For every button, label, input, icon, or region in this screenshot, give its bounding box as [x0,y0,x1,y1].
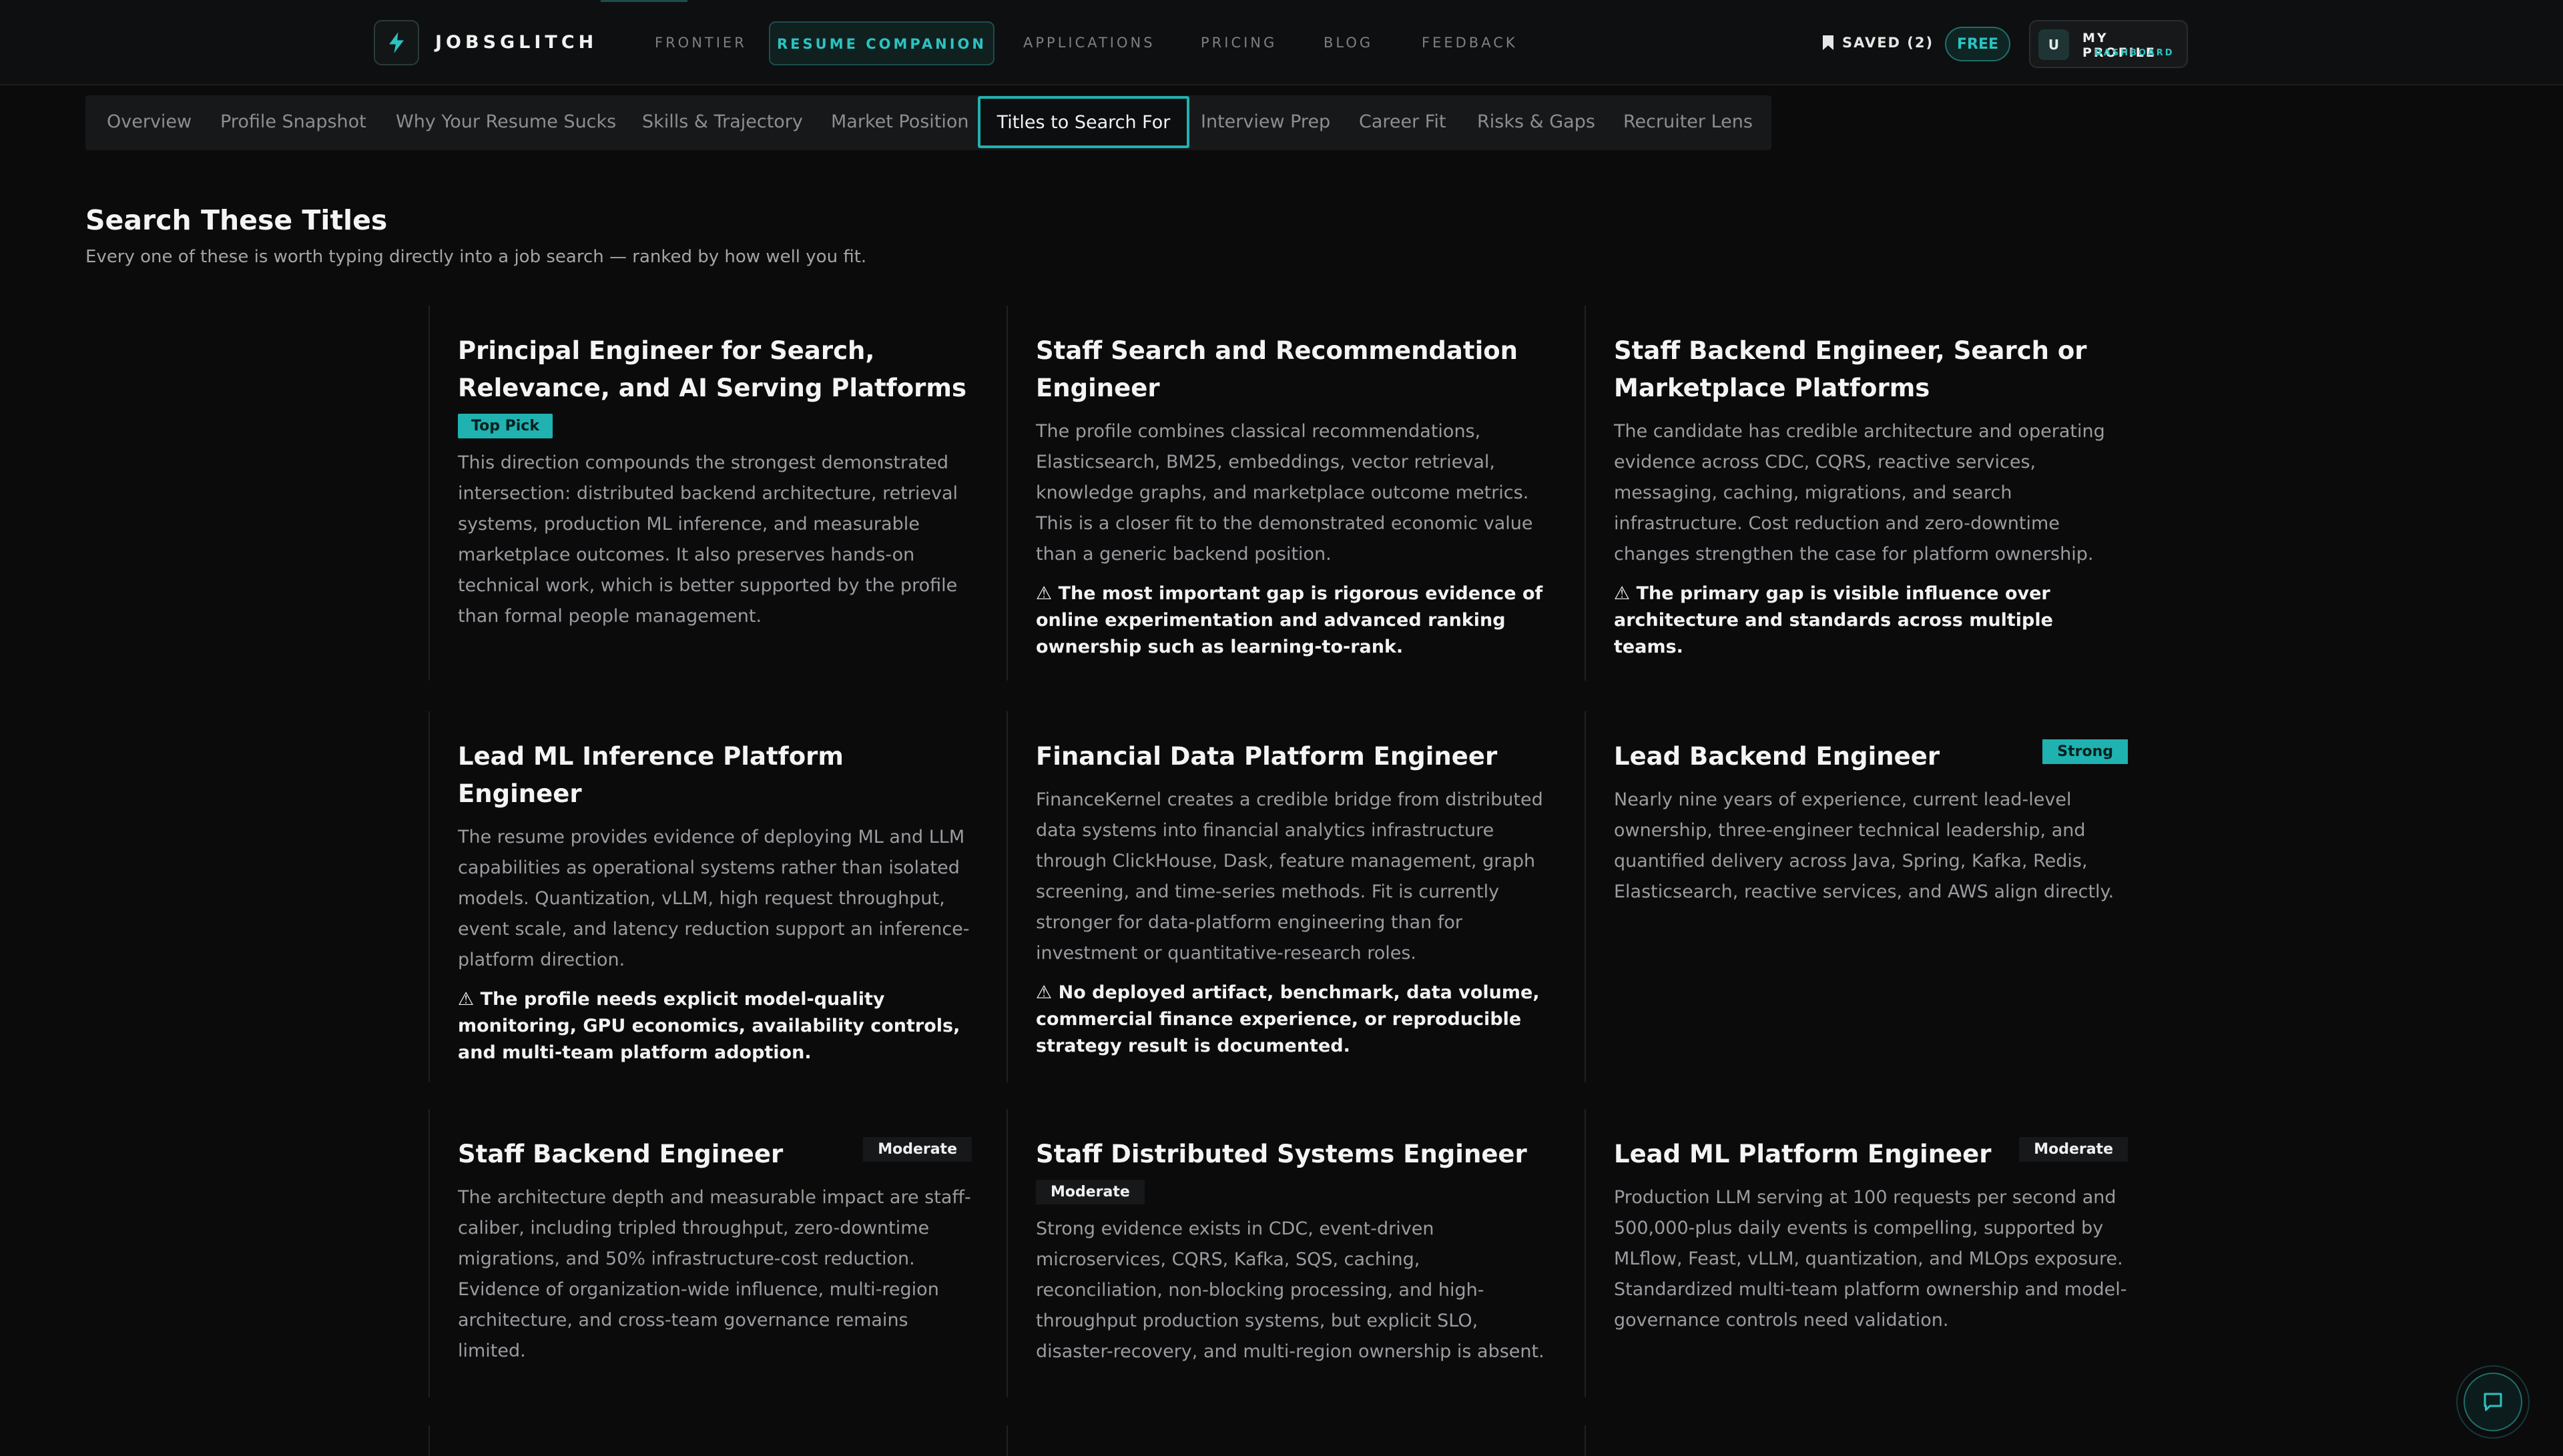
top-navigation: JOBSGLITCH FRONTIER RESUME COMPANION APP… [0,0,2563,85]
fit-badge-moderate: Moderate [1036,1180,1145,1204]
title-card[interactable] [1007,1425,1585,1456]
saved-label: SAVED (2) [1842,35,1934,51]
bookmark-icon [1823,35,1833,50]
tab-recruiter-lens[interactable]: Recruiter Lens [1623,111,1753,132]
title-card[interactable]: Staff Search and Recommendation Engineer… [1007,306,1585,681]
chat-button[interactable] [2456,1365,2530,1439]
fit-badge-moderate: Moderate [2019,1137,2128,1162]
card-title: Staff Distributed Systems Engineer [1036,1140,1527,1168]
card-title: Staff Search and Recommendation Engineer [1036,336,1518,402]
profile-button[interactable]: U MY PROFILE DASHBOARD [2029,20,2188,68]
tab-skills-trajectory[interactable]: Skills & Trajectory [642,111,803,132]
title-card[interactable]: Lead ML Inference Platform Engineer The … [429,711,1007,1082]
card-title: Financial Data Platform Engineer [1036,742,1498,771]
card-description: This direction compounds the strongest d… [458,452,958,627]
card-title: Principal Engineer for Search, Relevance… [458,336,967,402]
card-description: Strong evidence exists in CDC, event-dri… [1036,1218,1544,1362]
nav-item-blog[interactable]: BLOG [1324,35,1373,51]
plan-badge[interactable]: FREE [1945,27,2010,61]
nav-item-applications[interactable]: APPLICATIONS [1023,35,1155,51]
card-description: The candidate has credible architecture … [1614,421,2105,565]
title-card[interactable]: Staff Backend Engineer Moderate The arch… [429,1109,1007,1397]
profile-subtitle: DASHBOARD [2094,48,2175,58]
chat-icon [2484,1393,2502,1411]
card-description: The architecture depth and measurable im… [458,1187,971,1361]
logo-mark[interactable] [374,20,419,65]
avatar: U [2038,29,2069,60]
fit-badge-strong: Strong [2042,739,2128,764]
card-gap-warning: ⚠ The primary gap is visible influence o… [1614,583,2053,657]
title-card[interactable]: Staff Backend Engineer, Search or Market… [1585,306,2163,681]
page-title: Search These Titles [85,204,388,236]
title-card[interactable] [429,1425,1007,1456]
title-card[interactable] [1585,1425,2163,1456]
top-pick-badge: Top Pick [458,414,553,438]
nav-item-resume-companion[interactable]: RESUME COMPANION [769,21,994,65]
card-title: Lead ML Inference Platform Engineer [458,742,844,808]
card-description: FinanceKernel creates a credible bridge … [1036,789,1543,964]
tab-interview-prep[interactable]: Interview Prep [1201,111,1330,132]
card-description: The resume provides evidence of deployin… [458,827,970,970]
nav-item-feedback[interactable]: FEEDBACK [1422,35,1518,51]
title-card[interactable]: Staff Distributed Systems Engineer Moder… [1007,1109,1585,1397]
card-description: Production LLM serving at 100 requests p… [1614,1187,2127,1331]
tab-profile-snapshot[interactable]: Profile Snapshot [220,111,366,132]
tab-label: Titles to Search For [996,112,1171,133]
bolt-icon [389,32,404,53]
title-card[interactable]: Financial Data Platform Engineer Finance… [1007,711,1585,1082]
tab-career-fit[interactable]: Career Fit [1359,111,1446,132]
brand-name[interactable]: JOBSGLITCH [435,32,597,53]
card-gap-warning: ⚠ The profile needs explicit model-quali… [458,989,960,1063]
nav-item-label: RESUME COMPANION [777,36,986,52]
card-title: Staff Backend Engineer, Search or Market… [1614,336,2087,402]
tab-why-your-resume-sucks[interactable]: Why Your Resume Sucks [396,111,616,132]
card-gap-warning: ⚠ The most important gap is rigorous evi… [1036,583,1543,657]
nav-accent-line [601,0,687,2]
saved-button[interactable]: SAVED (2) [1822,35,1934,51]
page-subtitle: Every one of these is worth typing direc… [85,247,867,267]
title-card[interactable]: Principal Engineer for Search, Relevance… [429,306,1007,681]
tab-market-position[interactable]: Market Position [831,111,969,132]
tab-titles-to-search-for[interactable]: Titles to Search For [978,96,1189,148]
nav-item-frontier[interactable]: FRONTIER [655,35,747,51]
fit-badge-moderate: Moderate [863,1137,972,1162]
tab-risks-gaps[interactable]: Risks & Gaps [1477,111,1595,132]
chat-button-inner [2464,1373,2522,1431]
title-card[interactable]: Lead Backend Engineer Strong Nearly nine… [1585,711,2163,1082]
title-card[interactable]: Lead ML Platform Engineer Moderate Produ… [1585,1109,2163,1397]
nav-item-pricing[interactable]: PRICING [1201,35,1277,51]
tab-overview[interactable]: Overview [107,111,192,132]
card-gap-warning: ⚠ No deployed artifact, benchmark, data … [1036,982,1540,1056]
card-description: Nearly nine years of experience, current… [1614,789,2114,902]
card-description: The profile combines classical recommend… [1036,421,1533,565]
